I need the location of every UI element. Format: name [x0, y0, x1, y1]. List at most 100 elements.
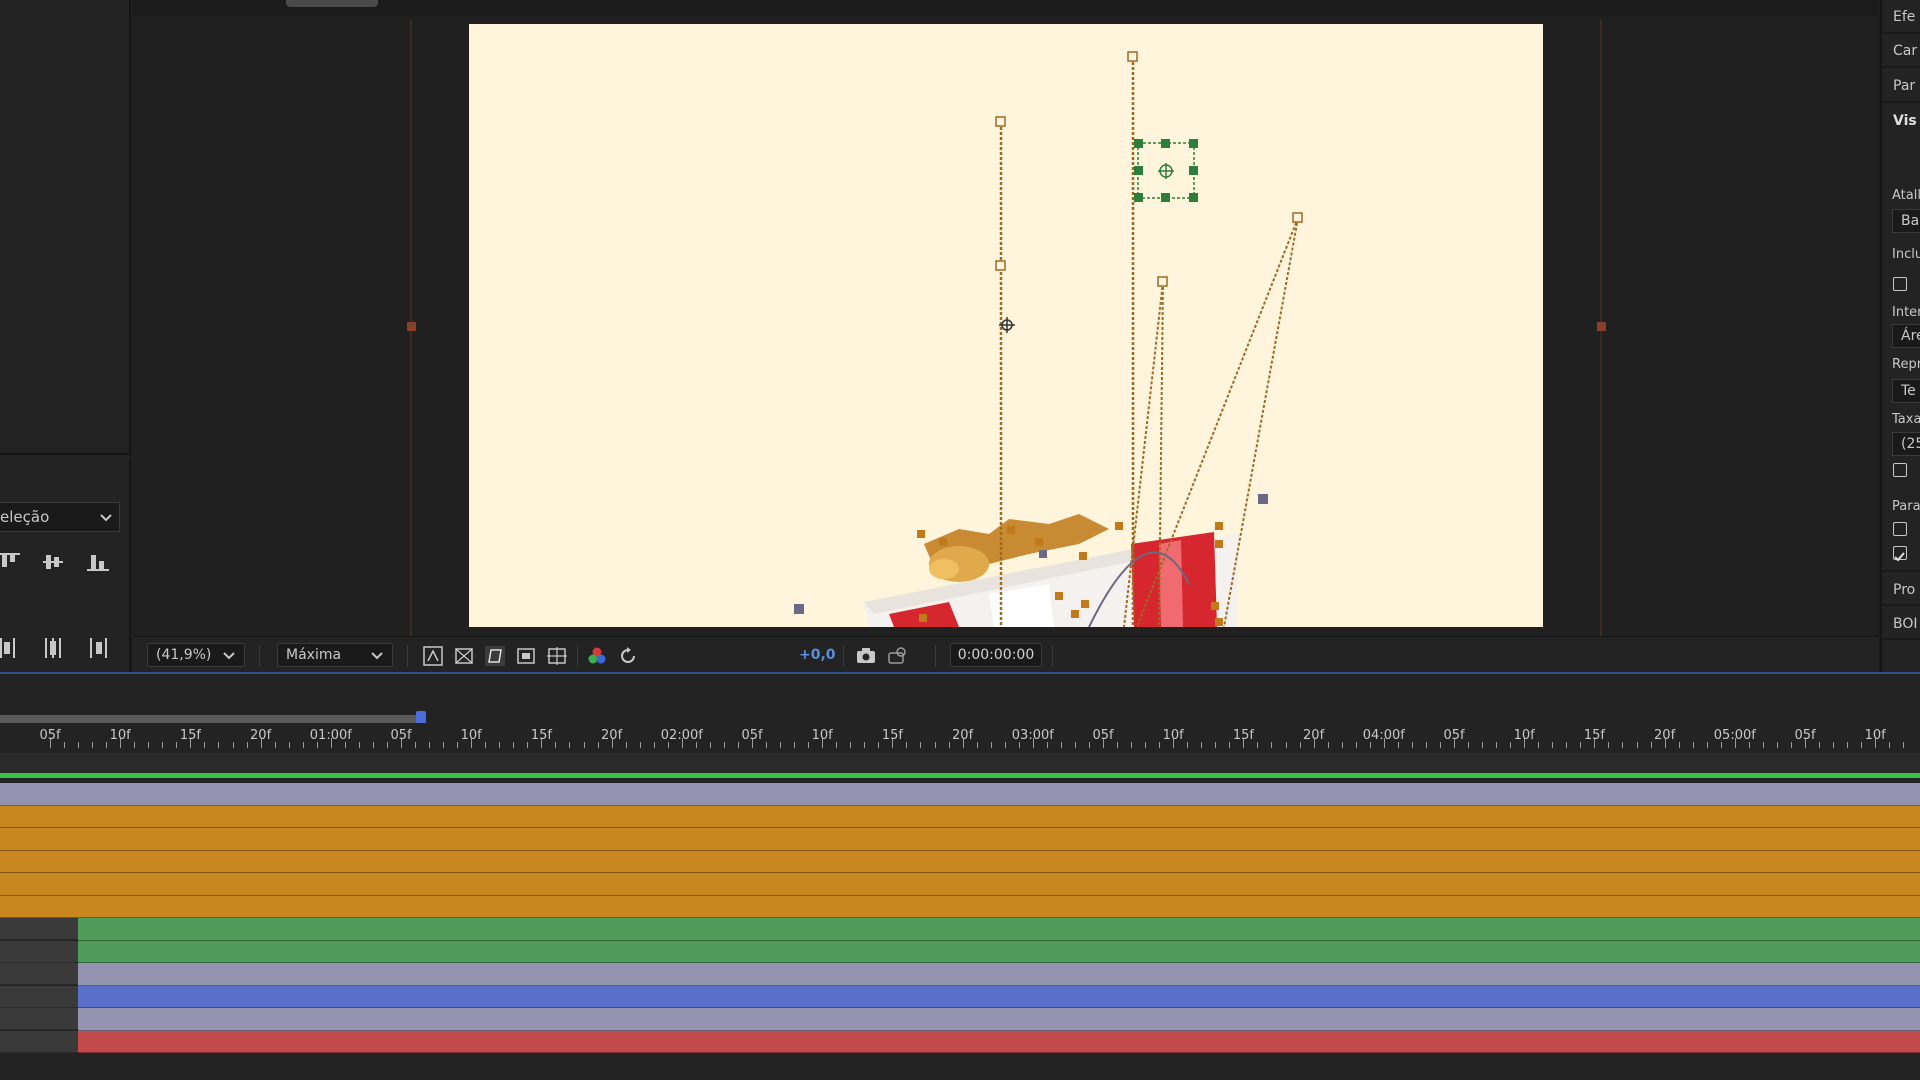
frame-rate-checkbox[interactable] [1893, 463, 1907, 477]
align-to-dropdown[interactable]: eleção [0, 502, 120, 532]
composition-canvas[interactable] [469, 24, 1543, 627]
stop-checkbox-2[interactable] [1893, 546, 1907, 562]
ruler-label: 20f [1303, 728, 1325, 743]
include-checkbox[interactable] [1893, 277, 1907, 291]
channel-rgb-icon[interactable] [586, 645, 608, 667]
toggle-transparency-grid-icon[interactable] [453, 645, 475, 667]
tab-properties[interactable]: Pro [1893, 582, 1915, 598]
ruler-minor-tick [1636, 742, 1638, 748]
ruler-label: 20f [601, 728, 623, 743]
ruler-minor-tick [1776, 742, 1778, 748]
ruler-label: 05f [1443, 728, 1465, 743]
panel-divider [1882, 570, 1920, 572]
ruler-minor-tick [1468, 742, 1470, 748]
chevron-down-icon [100, 514, 112, 522]
viewer-tab[interactable] [286, 0, 378, 7]
shortcut-field[interactable]: Ba [1892, 209, 1920, 233]
ruler-minor-tick [1425, 742, 1427, 748]
ruler-minor-tick [1833, 742, 1835, 748]
ruler-minor-tick [232, 742, 234, 748]
layer-duration-bar[interactable] [0, 828, 1920, 851]
ruler-minor-tick [709, 742, 711, 748]
ruler-minor-tick [850, 742, 852, 748]
ruler-label: 10f [811, 728, 833, 743]
ruler-minor-tick [1903, 742, 1905, 748]
selected-layer-bounding-box[interactable] [1134, 139, 1198, 202]
keyframe-handles[interactable] [995, 51, 1303, 287]
tab-bo[interactable]: BOI [1893, 616, 1918, 632]
toolbar-divider [259, 645, 260, 667]
magnification-value: (41,9%) [156, 647, 212, 663]
layer-duration-bar[interactable] [78, 940, 1920, 963]
ruler-label: 10f [460, 728, 482, 743]
layer-duration-bar[interactable] [0, 895, 1920, 918]
show-snapshot-icon[interactable] [886, 645, 908, 667]
ruler-minor-tick [934, 742, 936, 748]
ruler-minor-tick [1650, 742, 1652, 748]
current-time-display[interactable]: 0:00:00:00 [950, 643, 1042, 667]
ruler-minor-tick [878, 742, 880, 748]
mask-path-visibility-icon[interactable] [484, 645, 506, 667]
interval-value: Áre [1901, 328, 1920, 344]
snapshot-camera-icon[interactable] [855, 645, 877, 667]
layer-duration-bar[interactable] [0, 873, 1920, 896]
guide-handle-left[interactable] [407, 322, 416, 331]
ruler-label: 20f [250, 728, 272, 743]
ruler-minor-tick [1327, 742, 1329, 748]
distribute-right-icon[interactable] [85, 635, 111, 661]
layer-duration-bar[interactable] [78, 963, 1920, 986]
layer-duration-bar[interactable] [0, 805, 1920, 828]
layer-duration-bar[interactable] [0, 850, 1920, 873]
ruler-minor-tick [1271, 742, 1273, 748]
layer-inactive-region [0, 1030, 78, 1053]
ruler-minor-tick [78, 742, 80, 748]
ruler-minor-tick [1566, 742, 1568, 748]
frame-rate-field[interactable]: (25 [1892, 432, 1920, 456]
layer-duration-bar[interactable] [78, 985, 1920, 1008]
panel-divider [1882, 66, 1920, 68]
canvas-artwork [794, 51, 1303, 627]
stop-checkbox-1[interactable] [1893, 522, 1907, 536]
tab-preview[interactable]: Vis [1893, 113, 1917, 129]
render-cache-bar [0, 773, 1920, 778]
tab-effects[interactable]: Efe [1893, 9, 1915, 25]
fast-previews-icon[interactable] [422, 645, 444, 667]
layer-duration-bar[interactable] [78, 1030, 1920, 1053]
layer-duration-bar[interactable] [0, 783, 1920, 806]
viewer-tab-bar [133, 0, 1878, 16]
align-vertical-center-icon[interactable] [40, 549, 66, 575]
reproduce-field[interactable]: Te [1892, 379, 1920, 403]
panel-divider [1882, 101, 1920, 103]
distribute-horizontal-center-icon[interactable] [40, 635, 66, 661]
guide-handle-right[interactable] [1597, 322, 1606, 331]
magnification-dropdown[interactable]: (41,9%) [147, 643, 245, 667]
toolbar-divider [843, 645, 844, 667]
reset-exposure-icon[interactable] [617, 645, 639, 667]
layer-duration-bar[interactable] [78, 918, 1920, 941]
region-of-interest-icon[interactable] [515, 645, 537, 667]
ruler-label: 20f [1654, 728, 1676, 743]
layer-duration-bar[interactable] [78, 1008, 1920, 1031]
work-area-bar[interactable] [0, 715, 420, 723]
ruler-minor-tick [1341, 742, 1343, 748]
align-top-icon[interactable] [0, 549, 22, 575]
ruler-minor-tick [794, 742, 796, 748]
interval-field[interactable]: Áre [1892, 324, 1920, 348]
ruler-minor-tick [555, 742, 557, 748]
toolbar-divider [1052, 645, 1053, 667]
distribute-left-icon[interactable] [0, 635, 22, 661]
ruler-label: 05f [1794, 728, 1816, 743]
exposure-value[interactable]: +0,0 [799, 647, 836, 663]
tab-paragraph[interactable]: Par [1893, 78, 1915, 94]
ruler-label: 05:00f [1713, 728, 1756, 743]
ruler-label: 05f [1092, 728, 1114, 743]
tab-character[interactable]: Car [1893, 43, 1917, 59]
frame-rate-label: Taxa [1892, 412, 1920, 427]
ruler-minor-tick [1847, 742, 1849, 748]
grid-guides-icon[interactable] [546, 645, 568, 667]
align-bottom-icon[interactable] [85, 549, 111, 575]
ruler-minor-tick [1074, 742, 1076, 748]
ruler-minor-tick [569, 742, 571, 748]
ruler-minor-tick [639, 742, 641, 748]
resolution-dropdown[interactable]: Máxima [277, 643, 393, 667]
